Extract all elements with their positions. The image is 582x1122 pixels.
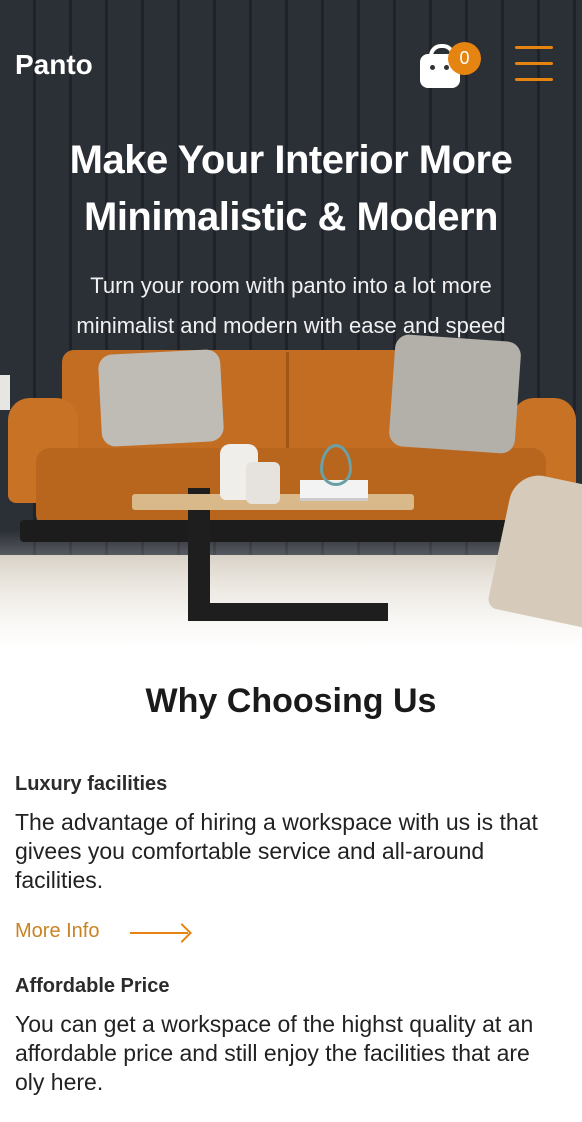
landing-page: Panto 0 Make Your Interior More Minimali…: [0, 0, 582, 1122]
sofa-base: [20, 520, 560, 542]
section-title: Why Choosing Us: [145, 682, 437, 720]
pillow-left: [97, 348, 225, 448]
hero-subtitle-line1: Turn your room with panto into a lot mor…: [90, 273, 492, 298]
hero-title-line2: Minimalistic & Modern: [84, 195, 499, 239]
feature-description: The advantage of hiring a workspace with…: [15, 809, 538, 893]
sofa-seat: [36, 448, 546, 528]
sofa-seam: [286, 352, 289, 458]
hamburger-menu-icon[interactable]: [515, 44, 553, 82]
hero-title: Make Your Interior More Minimalistic & M…: [0, 132, 582, 246]
hero-title-line1: Make Your Interior More: [69, 138, 513, 182]
bag-dot: [444, 65, 449, 70]
feature-title: Affordable Price: [15, 975, 170, 997]
hero-section: Panto 0 Make Your Interior More Minimali…: [0, 0, 582, 650]
wall-edge: [0, 375, 10, 410]
brand-logo[interactable]: Panto: [15, 49, 93, 81]
cart-count-badge: 0: [448, 42, 481, 75]
arrow-right-icon[interactable]: [130, 932, 188, 934]
feature-title: Luxury facilities: [15, 773, 168, 795]
table-foot: [188, 603, 388, 621]
bag-dot: [430, 65, 435, 70]
hero-subtitle-line2: minimalist and modern with ease and spee…: [76, 313, 506, 338]
hero-subtitle: Turn your room with panto into a lot mor…: [18, 266, 564, 346]
vase-right: [246, 462, 280, 504]
decor-sculpture: [320, 444, 352, 486]
pillow-right: [388, 333, 522, 455]
shopping-bag-icon[interactable]: 0: [420, 42, 481, 90]
feature-description: You can get a workspace of the highst qu…: [15, 1011, 534, 1095]
more-info-link[interactable]: More Info: [15, 920, 99, 943]
